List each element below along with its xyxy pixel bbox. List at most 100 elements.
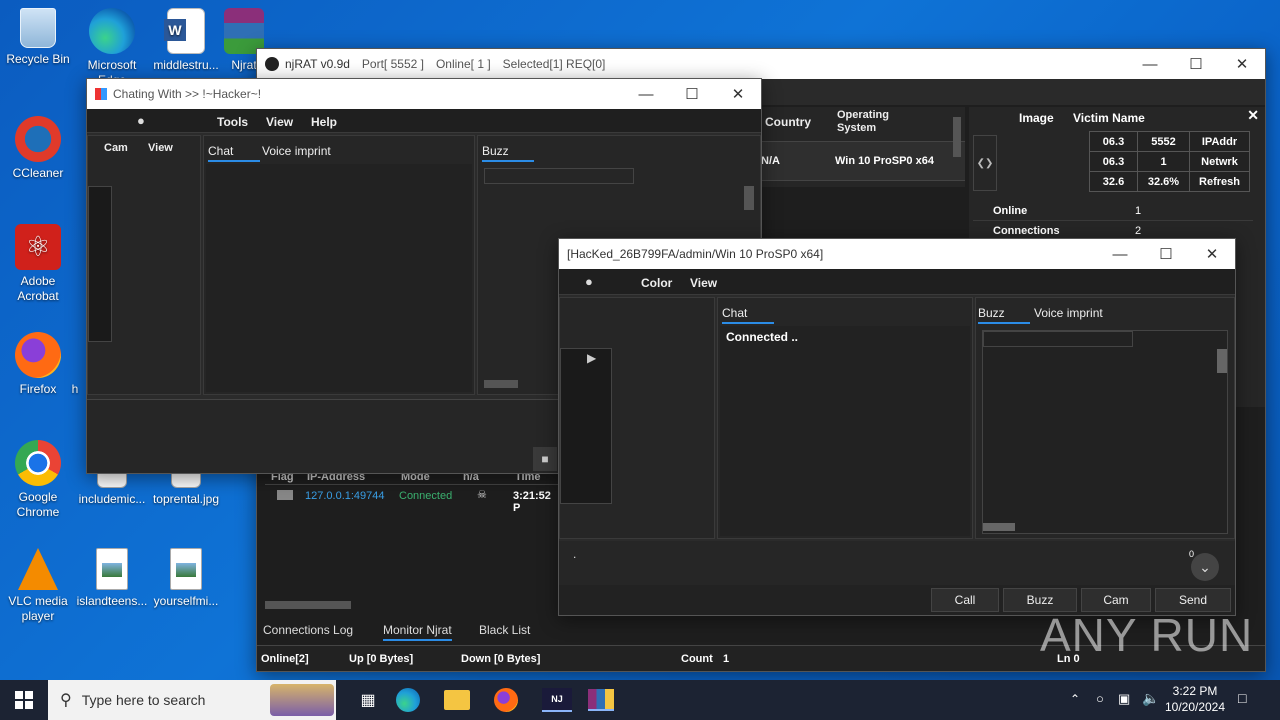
tab-voice-imprint[interactable]: Voice imprint xyxy=(1034,306,1103,320)
explorer-taskbar-icon[interactable] xyxy=(444,690,470,710)
info-label: Connections xyxy=(993,225,1060,237)
taskbar: ⚲ Type here to search ▦ NJ ⌃ ○ ▣ 🔈 3:22 … xyxy=(0,680,1280,720)
close-icon[interactable]: ✕ xyxy=(715,79,761,109)
call-button[interactable]: Call xyxy=(931,588,999,612)
netwrk-button[interactable]: Netwrk xyxy=(1189,151,1250,172)
desktop-icon-word-doc[interactable]: W middlestru... xyxy=(148,8,224,73)
chat-messages xyxy=(206,164,472,392)
tab-buzz[interactable]: Buzz xyxy=(482,144,534,162)
minimize-icon[interactable]: — xyxy=(1097,239,1143,269)
refresh-button[interactable]: Refresh xyxy=(1189,171,1250,192)
table-row[interactable]: N/A Win 10 ProSP0 x64 xyxy=(757,141,965,181)
network-status-icon[interactable]: ○ xyxy=(1096,691,1104,706)
cam-preview: ▶ xyxy=(560,348,612,504)
word-doc-icon: W xyxy=(164,8,205,54)
minimize-icon[interactable]: — xyxy=(1127,49,1173,79)
firefox-taskbar-icon[interactable] xyxy=(494,688,518,712)
network-icon[interactable]: ▣ xyxy=(1118,691,1130,707)
ipaddr-button[interactable]: IPAddr xyxy=(1189,131,1250,152)
cam-preview xyxy=(88,186,112,342)
notification-icon[interactable]: □ xyxy=(1238,690,1246,706)
menu-view[interactable]: View xyxy=(690,276,717,290)
user-icon[interactable]: ● xyxy=(137,113,145,128)
menu-view[interactable]: View xyxy=(266,115,293,129)
menu-tools[interactable]: Tools xyxy=(217,115,248,129)
desktop-icon-vlc[interactable]: VLC media player xyxy=(0,548,76,624)
desktop-icon-edge[interactable]: Microsoft Edge xyxy=(74,8,150,88)
desktop-icon-chrome[interactable]: Google Chrome xyxy=(0,440,76,520)
menu-color[interactable]: Color xyxy=(641,276,672,290)
njrat-app-icon xyxy=(265,57,279,71)
column-header-os[interactable]: Operating System xyxy=(837,109,927,135)
user-icon[interactable]: ● xyxy=(585,274,593,289)
side-menu-cam[interactable]: Cam xyxy=(104,142,128,154)
desktop-icon-acrobat[interactable]: ⚛ Adobe Acrobat xyxy=(0,224,76,304)
taskbar-search[interactable]: ⚲ Type here to search xyxy=(48,680,336,720)
menu-help[interactable]: Help xyxy=(311,115,337,129)
bottom-tabs: Connections Log Monitor Njrat Black List xyxy=(261,621,561,641)
tab-buzz[interactable]: Buzz xyxy=(978,306,1030,324)
windows-icon xyxy=(15,691,33,709)
tab-chat[interactable]: Chat xyxy=(208,144,260,162)
buzz-hscrollbar[interactable] xyxy=(484,380,518,388)
tab-connections-log[interactable]: Connections Log xyxy=(263,623,353,637)
njrat-taskbar-icon[interactable]: NJ xyxy=(542,688,572,712)
start-button[interactable] xyxy=(0,680,48,720)
log-ip: 127.0.0.1:49744 xyxy=(305,490,385,502)
maximize-icon[interactable]: ☐ xyxy=(1173,49,1219,79)
chat2-chat-panel: Chat Connected .. xyxy=(717,297,973,539)
njrat-titlebar[interactable]: njRAT v0.9d Port[ 5552 ] Online[ 1 ] Sel… xyxy=(257,49,1265,79)
buzz-scrollbar[interactable] xyxy=(744,186,754,210)
chat1-titlebar[interactable]: Chating With >> !~Hacker~! — ☐ ✕ xyxy=(87,79,761,109)
stats-grid: 06.3 5552 IPAddr 06.3 1 Netwrk 32.6 32.6% Refr… xyxy=(1089,131,1250,192)
tab-monitor-njrat[interactable]: Monitor Njrat xyxy=(383,623,452,641)
column-header-country[interactable]: Country xyxy=(765,115,811,129)
edge-taskbar-icon[interactable] xyxy=(396,688,420,712)
code-icon[interactable]: ❮❯ xyxy=(973,135,997,191)
search-highlight-image xyxy=(270,684,334,716)
tab-black-list[interactable]: Black List xyxy=(479,623,530,637)
maximize-icon[interactable]: ☐ xyxy=(1143,239,1189,269)
chat1-title: Chating With >> !~Hacker~! xyxy=(113,87,262,101)
desktop-icon-islandteens[interactable]: islandteens... xyxy=(74,548,150,609)
log-hscrollbar[interactable] xyxy=(265,601,351,609)
scroll-down-button[interactable]: ⌄ xyxy=(1191,553,1219,581)
close-icon[interactable]: ✕ xyxy=(1247,107,1259,124)
table-scrollbar[interactable] xyxy=(953,117,961,157)
buzz-hscrollbar[interactable] xyxy=(983,523,1015,531)
chat2-titlebar[interactable]: [HacKed_26B799FA/admin/Win 10 ProSP0 x64… xyxy=(559,239,1235,269)
close-icon[interactable]: ✕ xyxy=(1189,239,1235,269)
desktop-icon-yourselfmi[interactable]: yourselfmi... xyxy=(148,548,224,609)
desktop-icon-ccleaner[interactable]: CCleaner xyxy=(0,116,76,181)
chat1-chat-panel: Chat Voice imprint xyxy=(203,135,475,395)
minimize-icon[interactable]: — xyxy=(623,79,669,109)
clock[interactable]: 3:22 PM 10/20/2024 xyxy=(1162,683,1228,715)
side-menu-view[interactable]: View xyxy=(148,142,173,154)
speech-icon[interactable]: ■ xyxy=(533,447,557,471)
winrar-taskbar-icon[interactable] xyxy=(588,689,614,711)
buzz-scrollbar[interactable] xyxy=(1217,349,1227,373)
chat1-side-panel: Cam View xyxy=(87,135,201,395)
volume-icon[interactable]: 🔈 xyxy=(1142,690,1159,707)
log-row[interactable]: 127.0.0.1:49744 Connected ☠ 3:21:52 P xyxy=(265,487,561,514)
unread-badge: 0 xyxy=(1189,549,1195,559)
maximize-icon[interactable]: ☐ xyxy=(669,79,715,109)
chevron-up-icon[interactable]: ⌃ xyxy=(1070,692,1080,706)
cell-country: N/A xyxy=(761,155,780,167)
search-icon: ⚲ xyxy=(60,692,72,709)
tab-chat[interactable]: Chat xyxy=(722,306,774,324)
njrat-online: Online[ 1 ] xyxy=(435,57,491,71)
desktop-icon-recycle-bin[interactable]: Recycle Bin xyxy=(0,8,76,67)
chat1-menubar: ● Tools View Help xyxy=(87,109,761,133)
play-icon[interactable]: ▶ xyxy=(587,351,596,365)
info-value: 1 xyxy=(1135,205,1142,217)
firefox-icon xyxy=(15,332,61,378)
stat-cell: 1 xyxy=(1137,151,1190,172)
tab-voice-imprint[interactable]: Voice imprint xyxy=(262,144,331,158)
image-file-icon xyxy=(96,548,128,590)
task-view-icon[interactable]: ▦ xyxy=(348,690,388,710)
status-down: Down [0 Bytes] xyxy=(461,653,541,665)
log-mode: Connected xyxy=(399,490,453,502)
chat2-input-area[interactable]: . ⌄ 0 xyxy=(559,541,1235,585)
close-icon[interactable]: ✕ xyxy=(1219,49,1265,79)
